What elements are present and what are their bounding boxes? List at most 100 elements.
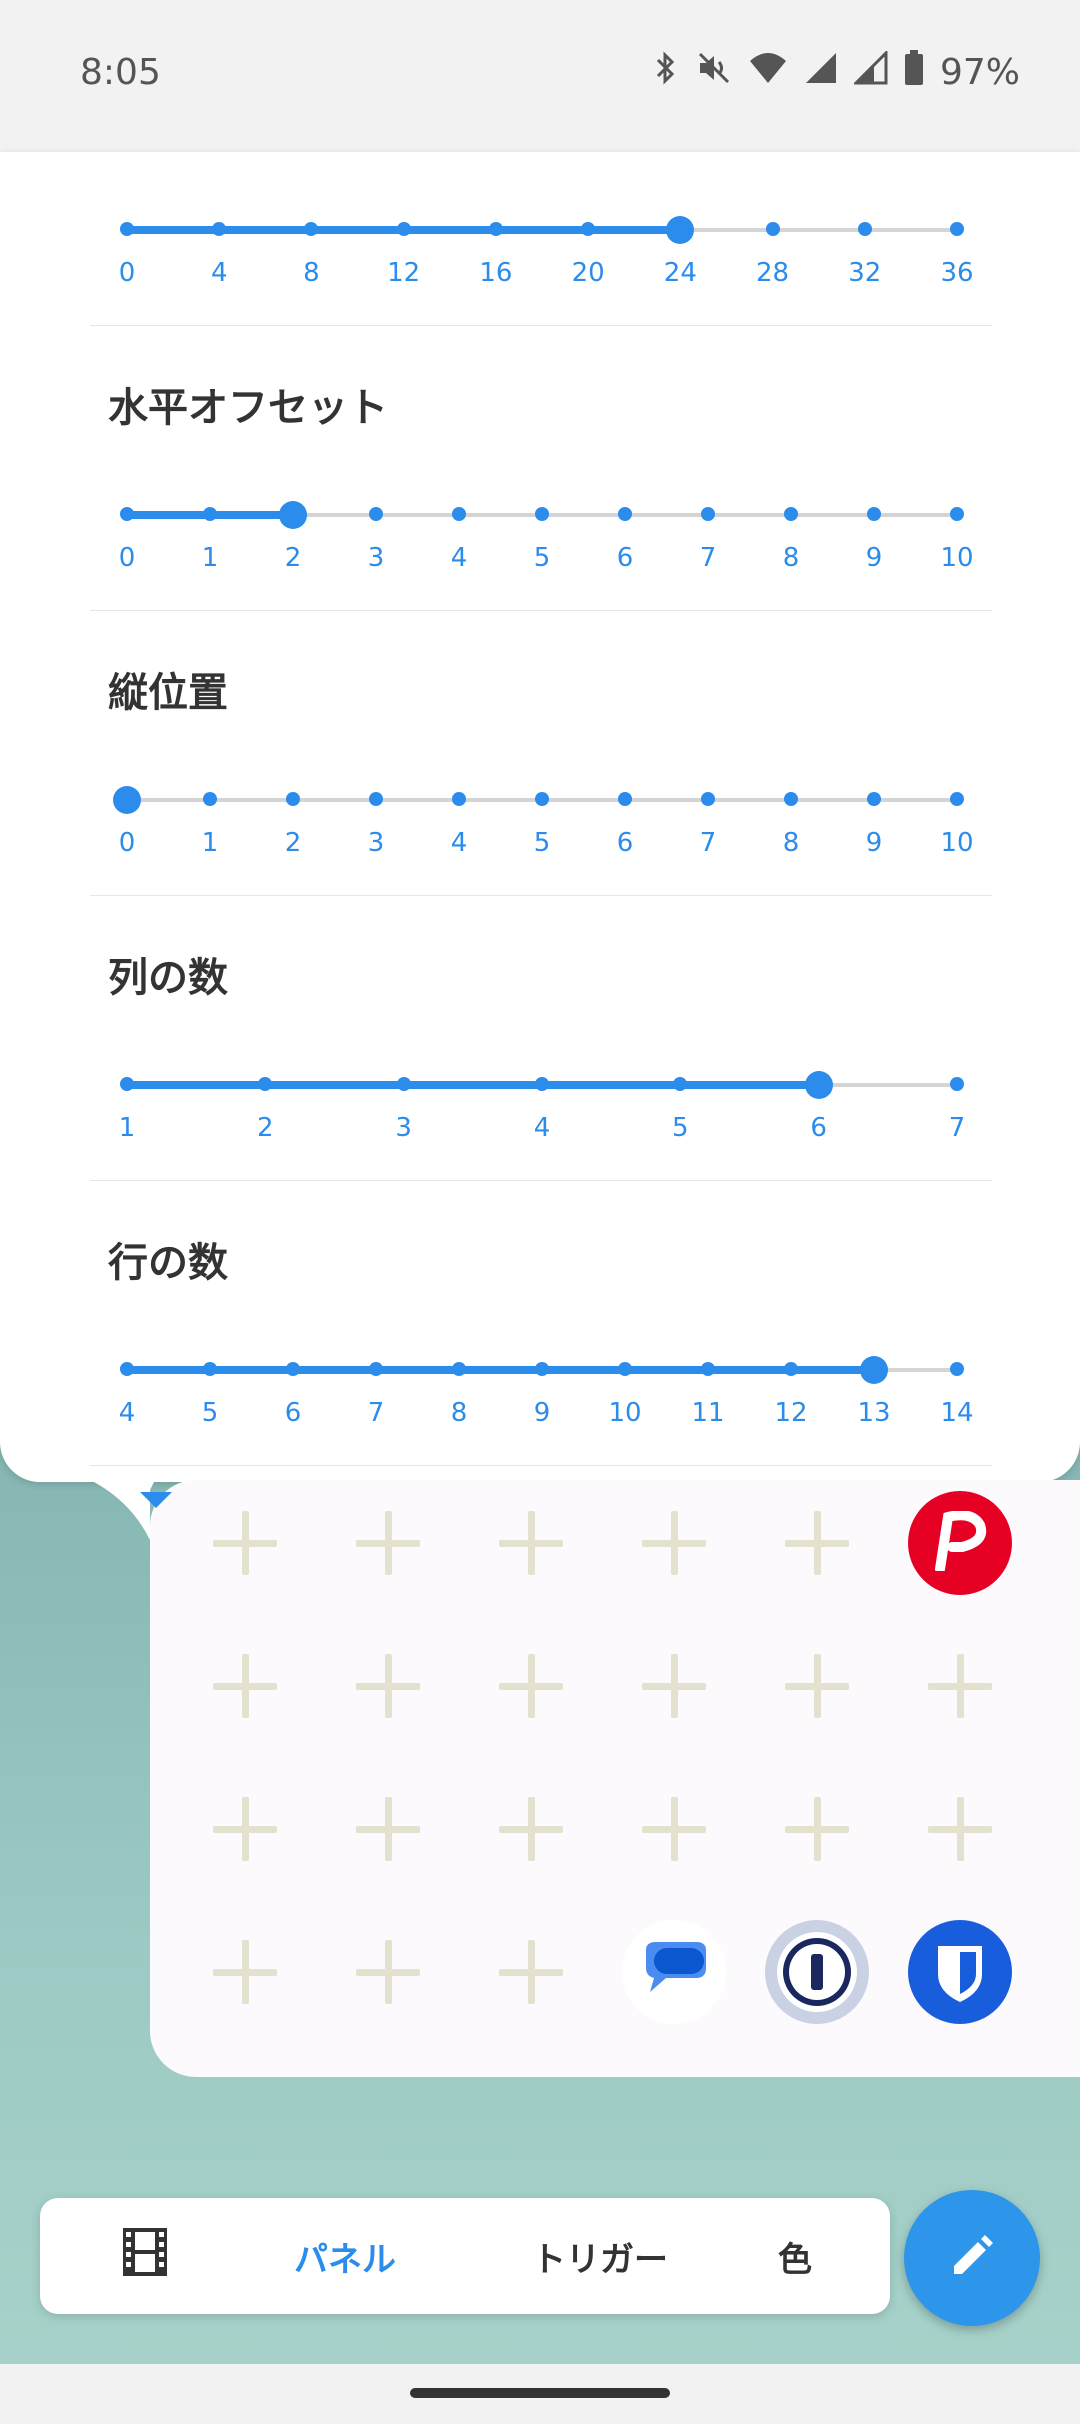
pencil-icon [946, 2230, 998, 2286]
section-title: 水平オフセット [108, 385, 388, 431]
slider-tick [286, 792, 300, 806]
add-slot-plus-icon[interactable] [471, 1626, 591, 1746]
section-rows: 行の数 4 5 6 7 8 9 10 11 12 13 14 [90, 1180, 992, 1466]
edit-fab-button[interactable] [904, 2190, 1040, 2326]
add-slot-plus-icon[interactable] [471, 1483, 591, 1603]
slider-tick [950, 222, 964, 236]
app-1password[interactable] [757, 1912, 877, 2032]
slider-thumb[interactable] [860, 1356, 888, 1384]
slider-fill [127, 1081, 819, 1089]
battery-icon [904, 50, 924, 95]
signal-icon [804, 51, 838, 94]
system-nav-bar [0, 2364, 1080, 2424]
section-horizontal: 水平オフセット 0 1 2 3 4 5 6 7 8 9 10 [90, 325, 992, 611]
slider-tick-label: 5 [533, 543, 551, 573]
add-slot-plus-icon[interactable] [328, 1626, 448, 1746]
panel-pointer-arrow [140, 1492, 172, 1508]
add-slot-plus-icon[interactable] [185, 1626, 305, 1746]
panel-settings-card: 0 4 8 12 16 20 24 28 32 36 水平オフセット 0 1 2 3 4 5 6 7 8 9 10 縦位置 0… [0, 152, 1080, 1482]
add-slot-plus-icon[interactable] [328, 1483, 448, 1603]
vertical-slider-labels: 0 1 2 3 4 5 6 7 8 9 10 [119, 828, 974, 868]
slider-thumb[interactable] [279, 501, 307, 529]
add-slot-plus-icon[interactable] [900, 1769, 1020, 1889]
slider-tick-label: 0 [118, 258, 136, 288]
app-bitwarden[interactable] [900, 1912, 1020, 2032]
battery-percent: 97% [939, 52, 1020, 93]
slider-tick [369, 507, 383, 521]
slider-tick-label: 10 [940, 828, 974, 858]
rows-slider[interactable] [120, 1350, 964, 1390]
slider-thumb[interactable] [113, 786, 141, 814]
slider-tick-label: 12 [774, 1398, 808, 1428]
slider-tick-label: 6 [810, 1113, 827, 1143]
slider-tick-label: 9 [533, 1398, 551, 1428]
slider-tick [950, 1077, 964, 1091]
add-slot-plus-icon[interactable] [328, 1769, 448, 1889]
signal-icon [852, 49, 888, 94]
slider-tick-label: 1 [201, 828, 219, 858]
slider-tick [581, 222, 596, 236]
slider-tick [369, 792, 383, 806]
add-slot-plus-icon[interactable] [185, 1483, 305, 1603]
top-slider-labels: 0 4 8 12 16 20 24 28 32 36 [119, 258, 974, 298]
add-slot-plus-icon[interactable] [614, 1769, 734, 1889]
tab-color[interactable]: 色 [740, 2198, 850, 2314]
bottom-tab-bar: パネル トリガー 色 [40, 2198, 890, 2314]
slider-tick-label: 3 [367, 543, 385, 573]
section-top: 0 4 8 12 16 20 24 28 32 36 [90, 152, 992, 326]
slider-tick [784, 507, 798, 521]
tab-panel[interactable]: パネル [240, 2198, 450, 2314]
slider-tick-label: 0 [118, 828, 136, 858]
slider-tick-label: 2 [284, 828, 302, 858]
section-columns: 列の数 1 2 3 4 5 6 7 [90, 895, 992, 1181]
slider-tick [452, 792, 466, 806]
slider-tick-label: 20 [571, 258, 605, 288]
app-messages[interactable] [614, 1912, 734, 2032]
slider-tick-label: 36 [940, 258, 974, 288]
tab-trigger[interactable]: トリガー [480, 2198, 720, 2314]
slider-tick-label: 4 [118, 1398, 136, 1428]
tab-film[interactable] [90, 2198, 200, 2314]
slider-tick [535, 507, 549, 521]
slider-tick-label: 4 [450, 543, 468, 573]
add-slot-plus-icon[interactable] [614, 1626, 734, 1746]
slider-tick-label: 6 [616, 828, 634, 858]
add-slot-plus-icon[interactable] [471, 1912, 591, 2032]
add-slot-plus-icon[interactable] [328, 1912, 448, 2032]
slider-tick-label: 8 [782, 543, 800, 573]
slider-tick [203, 507, 217, 521]
add-slot-plus-icon[interactable] [900, 1626, 1020, 1746]
app-paypay[interactable] [900, 1483, 1020, 1603]
slider-tick [120, 222, 134, 236]
add-slot-plus-icon[interactable] [614, 1483, 734, 1603]
top-slider[interactable] [120, 210, 964, 250]
slider-thumb[interactable] [666, 216, 695, 244]
bluetooth-icon [652, 50, 680, 95]
add-slot-plus-icon[interactable] [757, 1483, 877, 1603]
slider-tick-label: 7 [367, 1398, 385, 1428]
add-slot-plus-icon[interactable] [185, 1912, 305, 2032]
slider-tick [535, 1362, 549, 1376]
slider-tick-label: 24 [663, 258, 697, 288]
slider-tick [701, 507, 715, 521]
section-title: 列の数 [108, 955, 228, 1001]
slider-tick [618, 507, 632, 521]
home-gesture-handle[interactable] [410, 2388, 670, 2398]
horizontal-slider-labels: 0 1 2 3 4 5 6 7 8 9 10 [119, 543, 974, 583]
add-slot-plus-icon[interactable] [757, 1626, 877, 1746]
add-slot-plus-icon[interactable] [471, 1769, 591, 1889]
slider-tick-label: 2 [284, 543, 302, 573]
add-slot-plus-icon[interactable] [757, 1769, 877, 1889]
section-title: 縦位置 [108, 670, 228, 716]
slider-tick [867, 507, 881, 521]
columns-slider[interactable] [120, 1065, 964, 1105]
slider-thumb[interactable] [804, 1071, 833, 1099]
slider-tick [120, 507, 134, 521]
horizontal-slider[interactable] [120, 495, 964, 535]
slider-tick [369, 1362, 383, 1376]
slider-tick [784, 1362, 798, 1376]
slider-tick [452, 507, 466, 521]
status-icons: 97% [652, 49, 1020, 95]
add-slot-plus-icon[interactable] [185, 1769, 305, 1889]
vertical-slider[interactable] [113, 780, 964, 820]
